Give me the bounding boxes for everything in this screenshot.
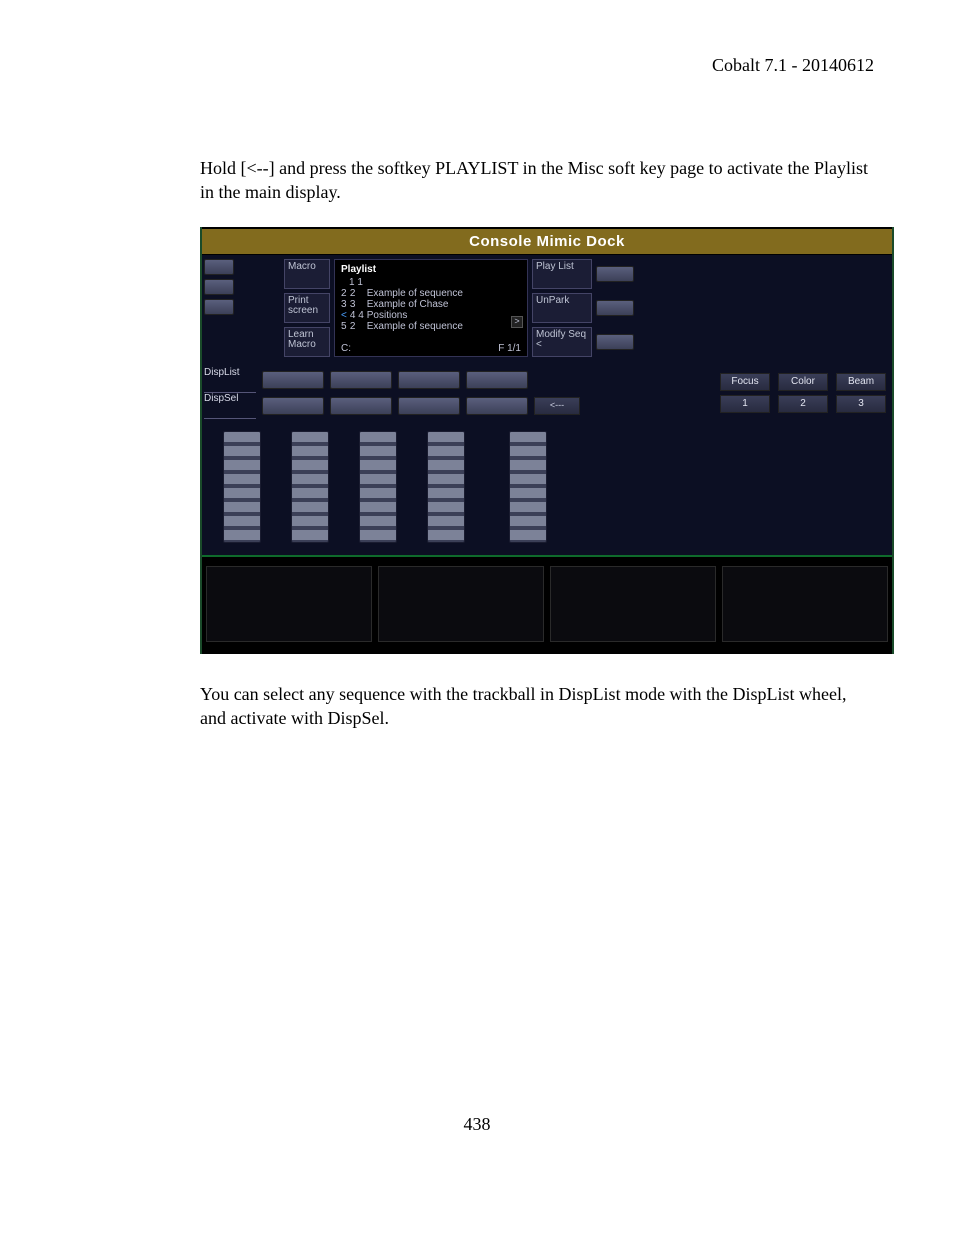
dispsel-slot-4[interactable] bbox=[466, 397, 528, 415]
closing-paragraph: You can select any sequence with the tra… bbox=[200, 682, 874, 731]
displist-slot-2[interactable] bbox=[330, 371, 392, 389]
playlist-current: 1 1 bbox=[341, 277, 521, 288]
playlist-panel: Playlist 1 1 22Example of sequence 33Exa… bbox=[334, 259, 528, 357]
dispsel-slot-2[interactable] bbox=[330, 397, 392, 415]
beam-key[interactable]: Beam bbox=[836, 373, 886, 391]
param-1-key[interactable]: 1 bbox=[720, 395, 770, 413]
mimic-title-bar: Console Mimic Dock bbox=[202, 227, 892, 255]
parameter-keys: Focus Color Beam 1 2 3 bbox=[716, 371, 890, 415]
dispsel-slot-3[interactable] bbox=[398, 397, 460, 415]
displist-slot-3[interactable] bbox=[398, 371, 460, 389]
dispsel-label[interactable]: DispSel bbox=[204, 393, 256, 419]
playlist-row: 52Example of sequence bbox=[341, 321, 466, 332]
fader-5[interactable] bbox=[509, 431, 547, 543]
unpark-key[interactable]: UnPark bbox=[532, 293, 592, 323]
modify-seq-key[interactable]: Modify Seq < bbox=[532, 327, 592, 357]
displist-slot-1[interactable] bbox=[262, 371, 324, 389]
fader-3[interactable] bbox=[359, 431, 397, 543]
color-key[interactable]: Color bbox=[778, 373, 828, 391]
left-slot-2[interactable] bbox=[204, 279, 234, 295]
fader-4[interactable] bbox=[427, 431, 465, 543]
softkey-1[interactable] bbox=[206, 566, 372, 642]
left-slot-1[interactable] bbox=[204, 259, 234, 275]
softkey-3[interactable] bbox=[550, 566, 716, 642]
page-number: 438 bbox=[0, 1114, 954, 1135]
back-arrow-key[interactable]: <--- bbox=[534, 397, 580, 415]
macro-key[interactable]: Macro bbox=[284, 259, 330, 289]
fader-2[interactable] bbox=[291, 431, 329, 543]
playlist-table: 22Example of sequence 33Example of Chase… bbox=[341, 288, 466, 332]
playlist-footer-right: F 1/1 bbox=[498, 343, 521, 354]
param-3-key[interactable]: 3 bbox=[836, 395, 886, 413]
param-2-key[interactable]: 2 bbox=[778, 395, 828, 413]
dispsel-slot-1[interactable] bbox=[262, 397, 324, 415]
playlist-title: Playlist bbox=[341, 264, 521, 275]
right-key-column: Play List UnPark Modify Seq < bbox=[530, 255, 640, 361]
softkey-4[interactable] bbox=[722, 566, 888, 642]
playlist-row: 22Example of sequence bbox=[341, 288, 466, 299]
softkey-row bbox=[202, 560, 892, 654]
intro-paragraph: Hold [<--] and press the softkey PLAYLIS… bbox=[200, 156, 874, 205]
right-slot-3[interactable] bbox=[596, 334, 634, 350]
focus-key[interactable]: Focus bbox=[720, 373, 770, 391]
left-slot-3[interactable] bbox=[204, 299, 234, 315]
right-slot-2[interactable] bbox=[596, 300, 634, 316]
displist-slot-4[interactable] bbox=[466, 371, 528, 389]
learn-macro-key[interactable]: Learn Macro bbox=[284, 327, 330, 357]
fader-area bbox=[202, 423, 892, 555]
softkey-2[interactable] bbox=[378, 566, 544, 642]
playlist-footer-left: C: bbox=[341, 343, 351, 354]
fader-1[interactable] bbox=[223, 431, 261, 543]
left-key-column bbox=[202, 255, 282, 361]
print-screen-key[interactable]: Print screen bbox=[284, 293, 330, 323]
playlist-row: 33Example of Chase bbox=[341, 299, 466, 310]
playlist-row-selected: <4 4Positions bbox=[341, 310, 466, 321]
playlist-scroll-right-icon[interactable]: > bbox=[511, 316, 523, 328]
page-header: Cobalt 7.1 - 20140612 bbox=[200, 55, 874, 76]
named-key-column: Macro Print screen Learn Macro bbox=[282, 255, 332, 361]
console-mimic-dock-screenshot: Console Mimic Dock Macro Print screen Le… bbox=[200, 227, 894, 654]
right-slot-1[interactable] bbox=[596, 266, 634, 282]
play-list-key[interactable]: Play List bbox=[532, 259, 592, 289]
displist-label[interactable]: DispList bbox=[204, 367, 256, 393]
